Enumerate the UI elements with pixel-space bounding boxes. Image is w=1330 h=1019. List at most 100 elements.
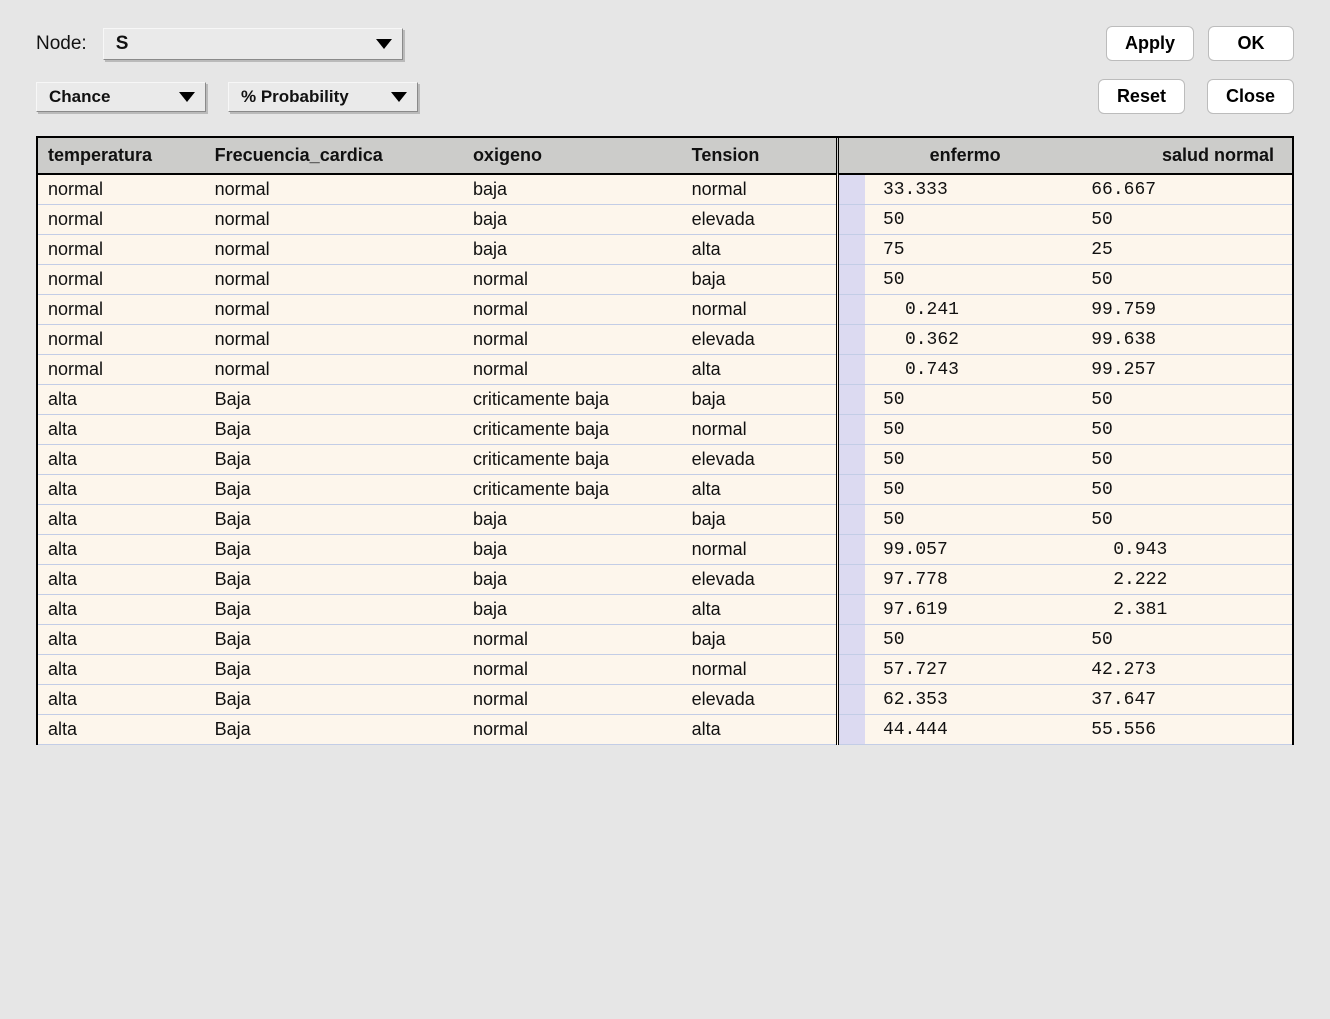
cell-tension[interactable]: normal (682, 535, 838, 565)
col-header-oxigeno[interactable]: oxigeno (463, 138, 682, 174)
cell-enfermo[interactable]: 50 (865, 475, 1073, 505)
cell-oxigeno[interactable]: normal (463, 625, 682, 655)
cell-frecuencia[interactable]: Baja (205, 445, 463, 475)
cell-frecuencia[interactable]: Baja (205, 715, 463, 745)
cell-enfermo[interactable]: 57.727 (865, 655, 1073, 685)
table-row[interactable]: normalnormalbajaelevada5050 (38, 205, 1292, 235)
cell-enfermo[interactable]: 97.619 (865, 595, 1073, 625)
cell-frecuencia[interactable]: normal (205, 265, 463, 295)
cell-enfermo[interactable]: 50 (865, 505, 1073, 535)
cell-enfermo[interactable]: 0.241 (865, 295, 1073, 325)
cell-temperatura[interactable]: alta (38, 655, 205, 685)
cell-frecuencia[interactable]: Baja (205, 505, 463, 535)
cell-oxigeno[interactable]: baja (463, 235, 682, 265)
cell-oxigeno[interactable]: baja (463, 595, 682, 625)
cell-oxigeno[interactable]: baja (463, 174, 682, 205)
cell-salud-normal[interactable]: 50 (1073, 415, 1292, 445)
cell-temperatura[interactable]: alta (38, 505, 205, 535)
cell-enfermo[interactable]: 50 (865, 415, 1073, 445)
cell-enfermo[interactable]: 75 (865, 235, 1073, 265)
cell-frecuencia[interactable]: Baja (205, 595, 463, 625)
table-row[interactable]: altaBajacriticamente bajabaja5050 (38, 385, 1292, 415)
cell-temperatura[interactable]: alta (38, 565, 205, 595)
cell-salud-normal[interactable]: 66.667 (1073, 174, 1292, 205)
cell-enfermo[interactable]: 50 (865, 385, 1073, 415)
cell-enfermo[interactable]: 33.333 (865, 174, 1073, 205)
cell-salud-normal[interactable]: 99.759 (1073, 295, 1292, 325)
cell-enfermo[interactable]: 50 (865, 625, 1073, 655)
cell-salud-normal[interactable]: 55.556 (1073, 715, 1292, 745)
cell-oxigeno[interactable]: criticamente baja (463, 415, 682, 445)
table-row[interactable]: altaBajanormalalta44.44455.556 (38, 715, 1292, 745)
cell-enfermo[interactable]: 0.362 (865, 325, 1073, 355)
table-row[interactable]: normalnormalnormalalta0.74399.257 (38, 355, 1292, 385)
cell-enfermo[interactable]: 62.353 (865, 685, 1073, 715)
col-header-tension[interactable]: Tension (682, 138, 838, 174)
cell-frecuencia[interactable]: normal (205, 355, 463, 385)
cell-frecuencia[interactable]: Baja (205, 415, 463, 445)
cell-oxigeno[interactable]: normal (463, 295, 682, 325)
cell-temperatura[interactable]: alta (38, 535, 205, 565)
apply-button[interactable]: Apply (1106, 26, 1194, 61)
cell-oxigeno[interactable]: normal (463, 685, 682, 715)
cell-salud-normal[interactable]: 42.273 (1073, 655, 1292, 685)
cell-temperatura[interactable]: normal (38, 295, 205, 325)
cell-temperatura[interactable]: alta (38, 445, 205, 475)
cell-temperatura[interactable]: normal (38, 235, 205, 265)
cell-oxigeno[interactable]: normal (463, 265, 682, 295)
cell-frecuencia[interactable]: Baja (205, 385, 463, 415)
table-row[interactable]: altaBajabajanormal99.0570.943 (38, 535, 1292, 565)
cell-tension[interactable]: alta (682, 595, 838, 625)
table-row[interactable]: normalnormalnormalnormal0.24199.759 (38, 295, 1292, 325)
table-row[interactable]: altaBajabajaalta97.6192.381 (38, 595, 1292, 625)
cell-temperatura[interactable]: alta (38, 415, 205, 445)
cell-enfermo[interactable]: 50 (865, 445, 1073, 475)
col-header-frecuencia[interactable]: Frecuencia_cardica (205, 138, 463, 174)
cell-temperatura[interactable]: normal (38, 265, 205, 295)
col-header-enfermo[interactable]: enfermo (865, 138, 1073, 174)
cell-tension[interactable]: alta (682, 355, 838, 385)
cell-temperatura[interactable]: normal (38, 325, 205, 355)
cell-tension[interactable]: normal (682, 295, 838, 325)
table-row[interactable]: altaBajacriticamente bajanormal 5050 (38, 415, 1292, 445)
cell-tension[interactable]: elevada (682, 325, 838, 355)
cell-temperatura[interactable]: normal (38, 205, 205, 235)
cell-tension[interactable]: normal (682, 415, 838, 445)
cell-oxigeno[interactable]: criticamente baja (463, 475, 682, 505)
cell-salud-normal[interactable]: 50 (1073, 625, 1292, 655)
cell-oxigeno[interactable]: baja (463, 205, 682, 235)
cell-frecuencia[interactable]: Baja (205, 655, 463, 685)
cell-frecuencia[interactable]: normal (205, 235, 463, 265)
col-header-temperatura[interactable]: temperatura (38, 138, 205, 174)
cell-temperatura[interactable]: alta (38, 475, 205, 505)
cell-oxigeno[interactable]: baja (463, 505, 682, 535)
cell-salud-normal[interactable]: 99.257 (1073, 355, 1292, 385)
cell-oxigeno[interactable]: baja (463, 565, 682, 595)
cell-enfermo[interactable]: 44.444 (865, 715, 1073, 745)
ok-button[interactable]: OK (1208, 26, 1294, 61)
table-row[interactable]: altaBajabajabaja5050 (38, 505, 1292, 535)
cell-frecuencia[interactable]: normal (205, 325, 463, 355)
cell-salud-normal[interactable]: 2.222 (1073, 565, 1292, 595)
cell-salud-normal[interactable]: 50 (1073, 505, 1292, 535)
cell-salud-normal[interactable]: 25 (1073, 235, 1292, 265)
cell-enfermo[interactable]: 0.743 (865, 355, 1073, 385)
table-row[interactable]: normalnormalbajaalta7525 (38, 235, 1292, 265)
cell-tension[interactable]: normal (682, 655, 838, 685)
table-row[interactable]: altaBajanormalbaja5050 (38, 625, 1292, 655)
cell-tension[interactable]: normal (682, 174, 838, 205)
cell-salud-normal[interactable]: 2.381 (1073, 595, 1292, 625)
cell-salud-normal[interactable]: 50 (1073, 265, 1292, 295)
table-row[interactable]: altaBajacriticamente bajaalta5050 (38, 475, 1292, 505)
cell-temperatura[interactable]: alta (38, 715, 205, 745)
table-row[interactable]: altaBajanormalnormal57.72742.273 (38, 655, 1292, 685)
table-row[interactable]: altaBajanormalelevada62.35337.647 (38, 685, 1292, 715)
cell-salud-normal[interactable]: 50 (1073, 205, 1292, 235)
cell-salud-normal[interactable]: 0.943 (1073, 535, 1292, 565)
table-row[interactable]: normalnormalnormalbaja5050 (38, 265, 1292, 295)
cell-oxigeno[interactable]: baja (463, 535, 682, 565)
cell-tension[interactable]: baja (682, 385, 838, 415)
close-button[interactable]: Close (1207, 79, 1294, 114)
cell-oxigeno[interactable]: normal (463, 655, 682, 685)
cell-oxigeno[interactable]: criticamente baja (463, 445, 682, 475)
